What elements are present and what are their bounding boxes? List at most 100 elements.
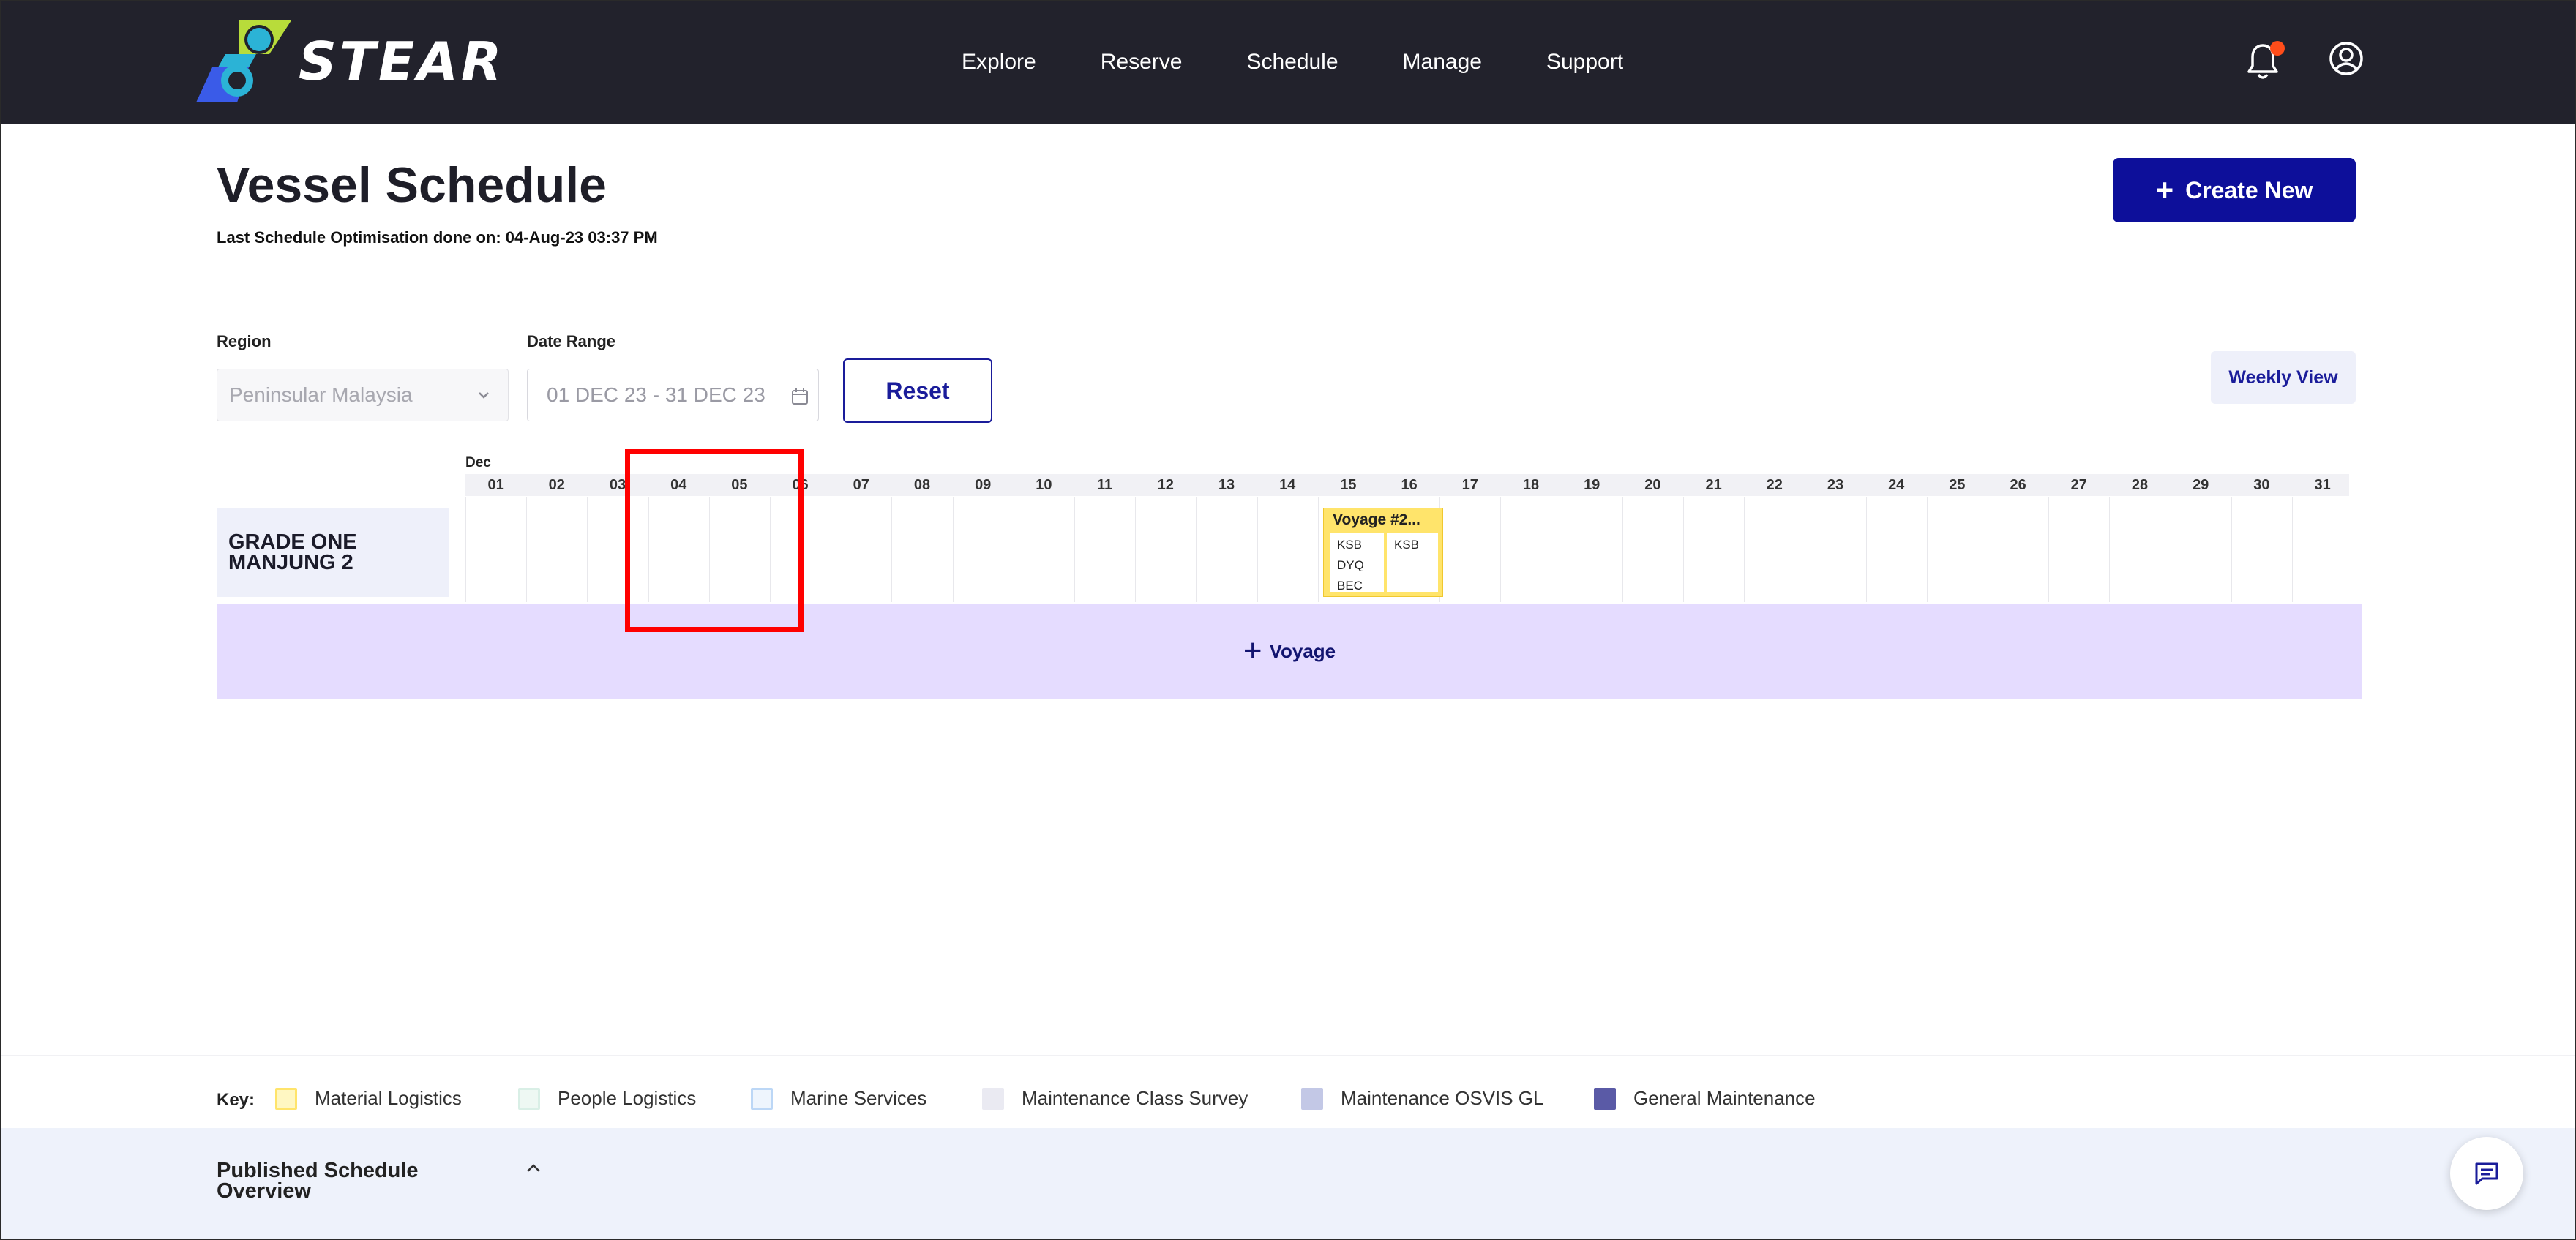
day-column[interactable]: [1926, 497, 1988, 602]
create-new-button[interactable]: + Create New: [2113, 158, 2356, 222]
day-label: 21: [1705, 476, 1722, 493]
notification-dot: [2270, 41, 2285, 56]
day-label: 17: [1461, 476, 1478, 493]
day-label: 07: [853, 476, 869, 493]
voyage-stop: DYQ: [1337, 558, 1364, 572]
day-column[interactable]: [1257, 497, 1318, 602]
legend-label: Material Logistics: [315, 1087, 462, 1109]
legend-label: General Maintenance: [1633, 1087, 1816, 1109]
day-label: 13: [1218, 476, 1235, 493]
legend-label: Maintenance OSVIS GL: [1341, 1087, 1544, 1109]
day-label: 09: [975, 476, 992, 493]
brand-name: STEAR: [299, 31, 505, 92]
nav-manage[interactable]: Manage: [1371, 50, 1514, 75]
region-select[interactable]: Peninsular Malaysia: [217, 369, 509, 421]
legend-label: Maintenance Class Survey: [1022, 1087, 1248, 1109]
plus-icon: +: [2155, 173, 2174, 207]
voyage-stop: BEC: [1337, 579, 1363, 593]
day-column[interactable]: [2048, 497, 2109, 602]
swatch-osvis-gl: [1301, 1087, 1323, 1110]
day-column[interactable]: [2170, 497, 2231, 602]
day-label: 28: [2131, 476, 2149, 493]
day-label: 01: [487, 476, 504, 493]
day-column[interactable]: [1865, 497, 1927, 602]
legend-item-general-maintenance: General Maintenance: [1594, 1087, 1816, 1110]
nav-schedule[interactable]: Schedule: [1214, 50, 1370, 75]
day-column[interactable]: [1439, 497, 1500, 602]
top-navigation-bar: STEAR Explore Reserve Schedule Manage Su…: [0, 0, 2576, 124]
voyage-stop: KSB: [1394, 538, 1420, 552]
day-label: 25: [1949, 476, 1966, 493]
day-label: 26: [2010, 476, 2026, 493]
day-label: 29: [2193, 476, 2209, 493]
reset-button[interactable]: Reset: [843, 358, 992, 423]
chevron-up-icon[interactable]: [524, 1160, 543, 1175]
legend-item-class-survey: Maintenance Class Survey: [982, 1087, 1248, 1110]
day-column[interactable]: [1988, 497, 2048, 602]
chat-icon: [2475, 1162, 2498, 1185]
day-column[interactable]: [2231, 497, 2292, 602]
day-column[interactable]: [2109, 497, 2170, 602]
legend-label: Marine Services: [790, 1087, 927, 1109]
day-column[interactable]: [2292, 497, 2353, 602]
voyage-block[interactable]: Voyage #2... KSB DYQ BEC KSB: [1323, 508, 1443, 597]
voyage-title: Voyage #2...: [1333, 511, 1420, 528]
date-range-label: Date Range: [527, 332, 616, 350]
vessel-name[interactable]: GRADE ONE MANJUNG 2: [217, 508, 449, 597]
weekly-view-button[interactable]: Weekly View: [2211, 351, 2356, 404]
day-column[interactable]: [831, 497, 891, 602]
day-label: 20: [1644, 476, 1661, 493]
day-column[interactable]: [952, 497, 1014, 602]
calendar-icon[interactable]: [790, 387, 809, 406]
voyage-stop: KSB: [1337, 538, 1363, 552]
day-column[interactable]: [1744, 497, 1805, 602]
overview-line1: Published Schedule: [217, 1159, 419, 1182]
day-label: 10: [1036, 476, 1052, 493]
day-column[interactable]: [1135, 497, 1196, 602]
day-column[interactable]: [1805, 497, 1865, 602]
day-label: 02: [548, 476, 565, 493]
day-column[interactable]: [465, 497, 526, 602]
swatch-class-survey: [982, 1087, 1004, 1110]
day-column[interactable]: [1013, 497, 1074, 602]
day-label: 16: [1401, 476, 1418, 493]
day-label: 31: [2314, 476, 2331, 493]
chat-button[interactable]: [2450, 1137, 2523, 1210]
swatch-marine-services: [751, 1087, 773, 1110]
stear-logo-icon: [196, 20, 291, 102]
legend-item-material-logistics: Material Logistics: [275, 1087, 462, 1110]
day-label: 27: [2070, 476, 2087, 493]
day-column[interactable]: [1622, 497, 1683, 602]
day-label: 14: [1279, 476, 1296, 493]
day-column[interactable]: [1196, 497, 1257, 602]
nav-explore[interactable]: Explore: [929, 50, 1068, 75]
day-label: 15: [1340, 476, 1357, 493]
day-label: 11: [1097, 476, 1113, 493]
day-column[interactable]: [1683, 497, 1744, 602]
day-label: 12: [1157, 476, 1174, 493]
overview-line2: Overview: [217, 1179, 311, 1203]
legend-label: People Logistics: [558, 1087, 697, 1109]
day-column[interactable]: [1561, 497, 1622, 602]
brand-logo[interactable]: STEAR: [196, 20, 504, 102]
day-column[interactable]: [1074, 497, 1135, 602]
vessel-name-line2: MANJUNG 2: [228, 551, 353, 574]
nav-support[interactable]: Support: [1514, 50, 1655, 75]
region-value: Peninsular Malaysia: [229, 383, 413, 406]
user-profile-icon[interactable]: [2329, 41, 2364, 76]
create-new-label: Create New: [2185, 176, 2313, 203]
day-label: 08: [913, 476, 931, 493]
day-column[interactable]: [891, 497, 952, 602]
legend-item-osvis-gl: Maintenance OSVIS GL: [1301, 1087, 1543, 1110]
day-label: 30: [2253, 476, 2270, 493]
add-voyage-row[interactable]: + Voyage: [217, 604, 2362, 699]
date-range-input[interactable]: 01 DEC 23 - 31 DEC 23: [527, 369, 819, 421]
chevron-down-icon: [479, 392, 489, 399]
day-column[interactable]: [526, 497, 587, 602]
day-label: 23: [1827, 476, 1844, 493]
nav-reserve[interactable]: Reserve: [1068, 50, 1215, 75]
published-overview-title[interactable]: Published Schedule Overview: [217, 1159, 419, 1203]
optimisation-status: Last Schedule Optimisation done on: 04-A…: [217, 228, 658, 247]
day-column[interactable]: [1500, 497, 1561, 602]
page-title: Vessel Schedule: [217, 157, 607, 213]
